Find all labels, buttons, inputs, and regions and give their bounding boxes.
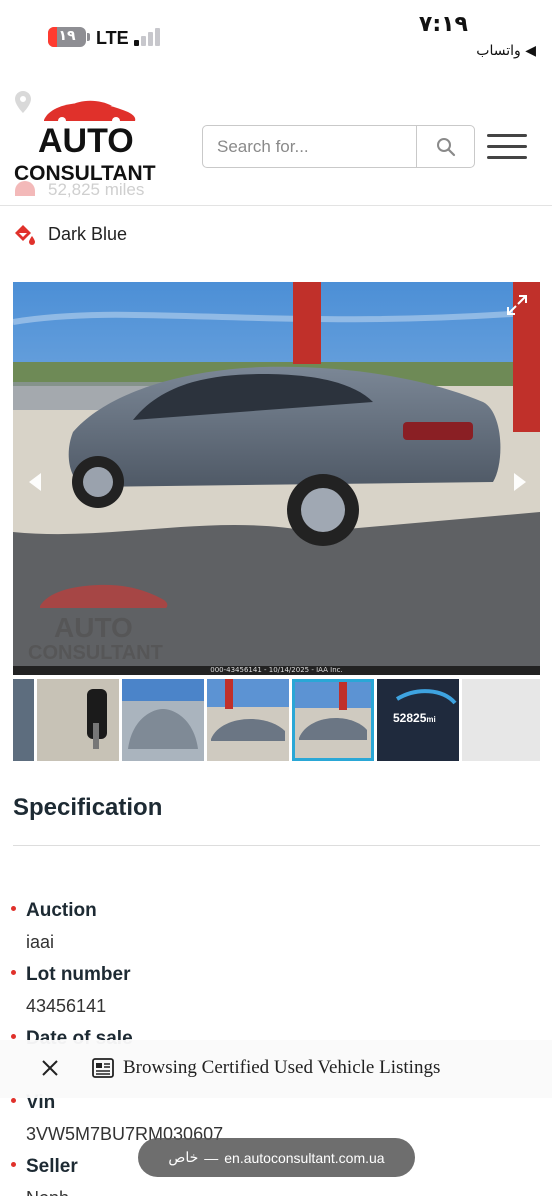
network-type: LTE	[96, 28, 129, 48]
watermark-consultant: CONSULTANT	[28, 642, 163, 664]
odometer-value: 52825	[393, 711, 427, 725]
search-input[interactable]	[203, 126, 416, 167]
search-icon	[436, 137, 455, 156]
logo-word-consultant: CONSULTANT	[14, 162, 156, 185]
site-logo[interactable]: AUTO CONSULTANT	[12, 96, 156, 188]
thumbnail-1[interactable]	[13, 679, 34, 761]
thumbnail-7[interactable]	[462, 679, 540, 761]
spec-label: Seller	[26, 1156, 78, 1177]
thumbnail-3[interactable]	[122, 679, 204, 761]
paint-bucket-icon	[15, 225, 35, 245]
site-header: 52,825 miles AUTO CONSULTANT	[0, 84, 552, 206]
odometer-unit: mi	[426, 715, 436, 724]
spec-label: Lot number	[26, 964, 131, 985]
url-separator: —	[204, 1149, 219, 1166]
specification-heading: Specification	[13, 794, 163, 821]
thumbnail-strip: 52825mi	[13, 679, 540, 761]
photo-caption: 000-43456141 - 10/14/2025 - IAA Inc.	[210, 666, 343, 674]
thumbnail-4[interactable]	[207, 679, 289, 761]
thumbnail-5-active[interactable]	[292, 679, 374, 761]
logo-word-auto: AUTO	[38, 122, 134, 160]
spec-label: Auction	[26, 900, 97, 921]
search-box	[202, 125, 475, 168]
fullscreen-expand-icon[interactable]	[506, 294, 528, 316]
gallery-prev-arrow-icon[interactable]	[24, 470, 48, 494]
color-value: Dark Blue	[48, 223, 128, 244]
bullet	[11, 1098, 16, 1103]
battery-level: ١٩	[58, 28, 76, 44]
status-bar: ١٩ LTE ٧:١٩ ◀ واتساب	[0, 0, 552, 84]
spec-value: Nonh...	[26, 1188, 84, 1196]
spec-value: 43456141	[26, 996, 107, 1016]
watermark-auto: AUTO	[54, 612, 133, 643]
url-pill[interactable]: خاص — en.autoconsultant.com.ua	[138, 1138, 415, 1177]
reader-floating-bar: Browsing Certified Used Vehicle Listings	[0, 1040, 552, 1098]
reader-page-title[interactable]: Browsing Certified Used Vehicle Listings	[123, 1057, 440, 1079]
bullet	[11, 970, 16, 975]
signal-icon	[134, 28, 164, 46]
color-detail-row: Dark Blue	[12, 221, 127, 247]
battery-cap	[87, 33, 90, 41]
watermark-car-icon	[40, 584, 168, 608]
photo-caption-strip: 000-43456141 - 10/14/2025 - IAA Inc.	[13, 666, 540, 675]
private-mode-label: خاص	[168, 1149, 199, 1165]
gallery-next-arrow-icon[interactable]	[507, 470, 531, 494]
close-icon[interactable]	[40, 1058, 60, 1078]
back-to-app-link[interactable]: ◀ واتساب	[476, 43, 536, 59]
search-button[interactable]	[416, 126, 474, 167]
bullet	[11, 1162, 16, 1167]
photo-watermark: AUTO CONSULTANT	[14, 578, 184, 668]
spec-value: iaai	[26, 932, 55, 952]
reader-document-icon[interactable]	[92, 1058, 114, 1078]
battery-icon: ١٩	[48, 27, 86, 47]
url-domain: en.autoconsultant.com.ua	[224, 1149, 385, 1166]
status-time: ٧:١٩	[418, 12, 468, 37]
thumbnail-2[interactable]	[37, 679, 119, 761]
bullet	[11, 1034, 16, 1039]
odometer-reading: 52825mi	[393, 711, 436, 725]
thumbnail-6-odometer[interactable]: 52825mi	[377, 679, 459, 761]
specification-divider	[13, 845, 540, 846]
bullet	[11, 906, 16, 911]
hamburger-menu-button[interactable]	[487, 134, 527, 160]
